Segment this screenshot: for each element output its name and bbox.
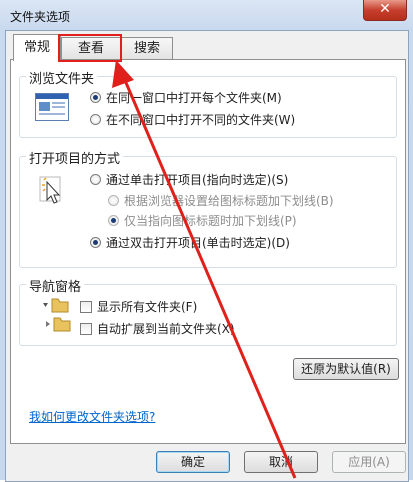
option-label: 显示所有文件夹(F): [97, 300, 198, 314]
restore-defaults-button[interactable]: 还原为默认值(R): [293, 358, 399, 380]
option-label: 仅当指向图标标题时加下划线(P): [124, 214, 297, 228]
window-layout-icon: [35, 93, 69, 121]
nav-pane-group: 导航窗格 显示所有文件夹(F) 自动扩展到当前文件夹(X): [19, 276, 397, 346]
browse-folders-group: 浏览文件夹 在同一窗口中打开每个文件夹(M) 在不同窗口中打开不同的文件夹(W): [19, 68, 397, 138]
apply-button[interactable]: 应用(A): [332, 451, 406, 473]
nav-pane-title: 导航窗格: [26, 276, 85, 295]
folder-tree-icon: [43, 298, 71, 332]
tab-general[interactable]: 常规: [13, 34, 61, 61]
tab-search-label: 搜索: [133, 41, 160, 56]
cursor-icon: [39, 176, 61, 204]
window-title: 文件夹选项: [10, 10, 71, 24]
option-label: 自动扩展到当前文件夹(X): [97, 322, 235, 336]
radio-button[interactable]: [90, 174, 101, 185]
tab-general-label: 常规: [23, 40, 50, 55]
tab-view-label: 查看: [77, 41, 104, 56]
option-label: 在同一窗口中打开每个文件夹(M): [106, 91, 282, 105]
option-show-all-folders[interactable]: 显示所有文件夹(F): [80, 298, 197, 315]
option-underline-browser[interactable]: 根据浏览器设置给图标标题加下划线(B): [108, 192, 334, 209]
tab-view[interactable]: 查看: [61, 37, 121, 60]
tab-search[interactable]: 搜索: [121, 37, 173, 60]
ok-button[interactable]: 确定: [156, 451, 230, 473]
radio-button[interactable]: [90, 92, 101, 103]
checkbox[interactable]: [80, 300, 92, 313]
radio-button[interactable]: [108, 215, 119, 226]
cancel-button[interactable]: 取消: [244, 451, 318, 473]
tab-panel-general: 浏览文件夹 在同一窗口中打开每个文件夹(M) 在不同窗口中打开不同的文件夹(W): [10, 59, 406, 444]
help-link[interactable]: 我如何更改文件夹选项?: [29, 408, 155, 425]
radio-button[interactable]: [108, 195, 119, 206]
browse-folders-title: 浏览文件夹: [26, 68, 98, 87]
dialog-window: 文件夹选项 ✕ 常规 查看 搜索 浏览文件夹 在同一窗口中打开每个文件夹(M) …: [0, 0, 413, 482]
option-label: 通过双击打开项目(单击时选定)(D): [106, 236, 290, 250]
option-new-window[interactable]: 在不同窗口中打开不同的文件夹(W): [90, 111, 295, 128]
option-label: 根据浏览器设置给图标标题加下划线(B): [124, 194, 334, 208]
radio-button[interactable]: [90, 114, 101, 125]
option-auto-expand[interactable]: 自动扩展到当前文件夹(X): [80, 320, 235, 337]
option-double-click[interactable]: 通过双击打开项目(单击时选定)(D): [90, 234, 290, 251]
option-label: 在不同窗口中打开不同的文件夹(W): [106, 113, 296, 127]
option-label: 通过单击打开项目(指向时选定)(S): [106, 173, 289, 187]
click-items-group: 打开项目的方式 通过单击打开项目(指向时选定)(S) 根据浏览器设置给图标标题加…: [19, 148, 397, 268]
checkbox[interactable]: [80, 322, 92, 335]
click-items-title: 打开项目的方式: [26, 148, 124, 167]
close-icon: ✕: [379, 1, 391, 17]
option-same-window[interactable]: 在同一窗口中打开每个文件夹(M): [90, 89, 282, 106]
close-button[interactable]: ✕: [363, 0, 407, 21]
option-single-click[interactable]: 通过单击打开项目(指向时选定)(S): [90, 171, 288, 188]
option-underline-hover[interactable]: 仅当指向图标标题时加下划线(P): [108, 212, 297, 229]
title-bar[interactable]: 文件夹选项 ✕: [0, 0, 413, 30]
dialog-client: 常规 查看 搜索 浏览文件夹 在同一窗口中打开每个文件夹(M) 在不同窗口中打开…: [5, 30, 409, 482]
radio-button[interactable]: [90, 237, 101, 248]
